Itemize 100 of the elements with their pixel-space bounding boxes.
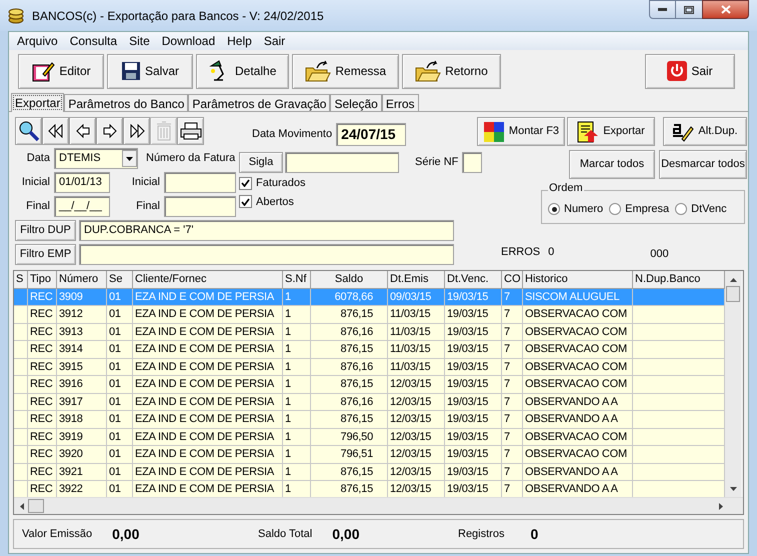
nav-button[interactable] <box>15 117 42 145</box>
input-field[interactable] <box>164 172 236 193</box>
tab[interactable]: Parâmetros de Gravação <box>188 94 330 111</box>
table-row[interactable]: REC 3917 01 EZA IND E COM DE PERSIA 1 876,16 12/03/15 19/03/15 7 OBSERVANDO A A <box>14 394 725 411</box>
action-button[interactable]: Alt.Dup. <box>663 117 747 146</box>
input-field[interactable]: __/__/__ <box>54 196 110 217</box>
maximize-button[interactable] <box>676 0 702 19</box>
horizontal-scrollbar[interactable] <box>14 497 743 514</box>
radio-button[interactable]: DtVenc <box>675 200 727 218</box>
scroll-down-icon <box>730 487 736 491</box>
table-row[interactable]: REC 3918 01 EZA IND E COM DE PERSIA 1 876,15 12/03/15 19/03/15 7 OBSERVANDO A A <box>14 411 725 428</box>
printer-icon <box>180 122 202 140</box>
menu-item[interactable]: Arquivo <box>11 32 64 50</box>
close-button[interactable] <box>702 0 749 19</box>
table-row[interactable]: REC 3916 01 EZA IND E COM DE PERSIA 1 876,15 12/03/15 19/03/15 7 OBSERVACAO COM <box>14 376 725 394</box>
table-row[interactable]: REC 3915 01 EZA IND E COM DE PERSIA 1 876,16 11/03/15 19/03/15 7 OBSERVACAO COM <box>14 358 725 376</box>
input-field[interactable] <box>164 196 236 217</box>
status-value: 0,00 <box>112 524 140 544</box>
notebook-icon <box>31 60 56 82</box>
nav-button[interactable] <box>42 117 69 145</box>
table-row[interactable]: REC 3920 01 EZA IND E COM DE PERSIA 1 796,51 12/03/15 19/03/15 7 OBSERVACAO COM <box>14 446 725 464</box>
toolbar-button[interactable]: Sair <box>645 54 735 88</box>
double-right-arrow-icon <box>128 124 144 138</box>
scroll-right-icon <box>719 502 723 510</box>
input-field[interactable]: 01/01/13 <box>54 172 110 193</box>
nav-button[interactable] <box>69 117 96 145</box>
check-icon <box>241 198 250 206</box>
date-dropdown[interactable]: DTEMIS <box>54 148 138 169</box>
puzzle-icon <box>482 120 505 142</box>
table-row[interactable]: REC 3914 01 EZA IND E COM DE PERSIA 1 876,15 11/03/15 19/03/15 7 OBSERVACAO COM <box>14 341 725 358</box>
field-label: Data <box>26 151 50 166</box>
action-button[interactable]: Montar F3 <box>477 117 565 146</box>
select-button[interactable]: Desmarcar todos <box>659 150 747 179</box>
table-row[interactable]: REC 3912 01 EZA IND E COM DE PERSIA 1 876,15 11/03/15 19/03/15 7 OBSERVACAO COM <box>14 306 725 324</box>
errors-label: ERROS <box>501 245 540 260</box>
sigla-button[interactable]: Sigla <box>239 152 283 173</box>
menu-item[interactable]: Site <box>123 32 156 50</box>
filter-field[interactable] <box>79 244 454 265</box>
filter-button[interactable]: Filtro DUP <box>15 220 76 241</box>
status-label: Valor Emissão <box>22 526 92 542</box>
field-label: Final <box>135 199 160 214</box>
tab[interactable]: Seleção <box>330 94 382 111</box>
radio-button[interactable]: Numero <box>548 200 604 218</box>
tab[interactable]: Exportar <box>11 93 64 112</box>
nav-button[interactable] <box>96 117 123 145</box>
checkbox[interactable]: Faturados <box>239 175 482 192</box>
table-row[interactable]: REC 3913 01 EZA IND E COM DE PERSIA 1 876,16 11/03/15 19/03/15 7 OBSERVACAO COM <box>14 324 725 341</box>
vertical-scrollbar[interactable] <box>725 271 741 497</box>
input-field[interactable] <box>462 152 482 173</box>
nav-button[interactable] <box>123 117 150 145</box>
document-arrow-icon <box>577 120 600 142</box>
folder-arrow-icon <box>415 60 442 82</box>
field-label: Final <box>25 199 50 214</box>
field-label: Inicial <box>20 175 50 190</box>
status-label: Registros <box>458 526 504 542</box>
filter-button[interactable]: Filtro EMP <box>15 244 76 265</box>
search-icon <box>18 120 40 142</box>
input-field[interactable] <box>285 152 399 173</box>
status-label: Saldo Total <box>258 526 312 542</box>
scroll-up-icon <box>730 278 736 282</box>
toolbar-button[interactable]: Detalhe <box>196 54 290 88</box>
action-button[interactable]: Exportar <box>567 117 655 146</box>
menu-item[interactable]: Consulta <box>64 32 124 50</box>
toolbar-button[interactable]: Remessa <box>292 54 400 88</box>
menu-item[interactable]: Sair <box>258 32 292 50</box>
folder-arrow-icon <box>305 60 332 82</box>
field-label: Série NF <box>415 155 458 170</box>
double-left-arrow-icon <box>48 124 64 138</box>
toolbar-button[interactable]: Retorno <box>402 54 501 88</box>
toolbar-button[interactable]: Salvar <box>107 54 193 88</box>
scroll-left-icon <box>20 502 24 510</box>
status-value: 0 <box>530 524 538 544</box>
group-title: Ordem <box>548 183 584 194</box>
window-title: BANCOS(c) - Exportação para Bancos - V: 24/02/2015 <box>32 8 324 24</box>
counter-value: 000 <box>650 247 669 262</box>
minimize-button[interactable] <box>649 0 676 19</box>
field-label: Inicial <box>130 175 160 190</box>
power-icon <box>667 61 688 81</box>
menu-item[interactable]: Download <box>156 32 222 50</box>
select-button[interactable]: Marcar todos <box>569 150 655 179</box>
toolbar-button[interactable]: Editor <box>18 54 104 88</box>
scroll-thumb[interactable] <box>28 499 44 513</box>
filter-field[interactable]: DUP.COBRANCA = '7' <box>79 220 454 241</box>
tab[interactable]: Erros <box>382 94 419 111</box>
trash-icon <box>156 121 172 141</box>
table-row[interactable]: REC 3919 01 EZA IND E COM DE PERSIA 1 796,50 12/03/15 19/03/15 7 OBSERVACAO COM <box>14 428 725 446</box>
scroll-thumb[interactable] <box>726 286 740 302</box>
errors-count: 0 <box>548 245 554 260</box>
table-row[interactable]: REC 3921 01 EZA IND E COM DE PERSIA 1 876,15 12/03/15 19/03/15 7 OBSERVANDO A A <box>14 464 725 481</box>
minimize-icon <box>658 8 667 11</box>
right-arrow-icon <box>102 124 116 138</box>
radio-button[interactable]: Empresa <box>609 200 670 218</box>
dropdown-caret-icon <box>126 156 133 160</box>
close-icon <box>720 5 730 14</box>
check-icon <box>241 179 250 188</box>
tab[interactable]: Parâmetros do Banco <box>64 94 188 111</box>
date-field[interactable]: 24/07/15 <box>336 123 406 146</box>
menu-item[interactable]: Help <box>221 32 258 50</box>
nav-button[interactable] <box>177 117 204 145</box>
checkbox[interactable]: Abertos <box>239 194 482 210</box>
